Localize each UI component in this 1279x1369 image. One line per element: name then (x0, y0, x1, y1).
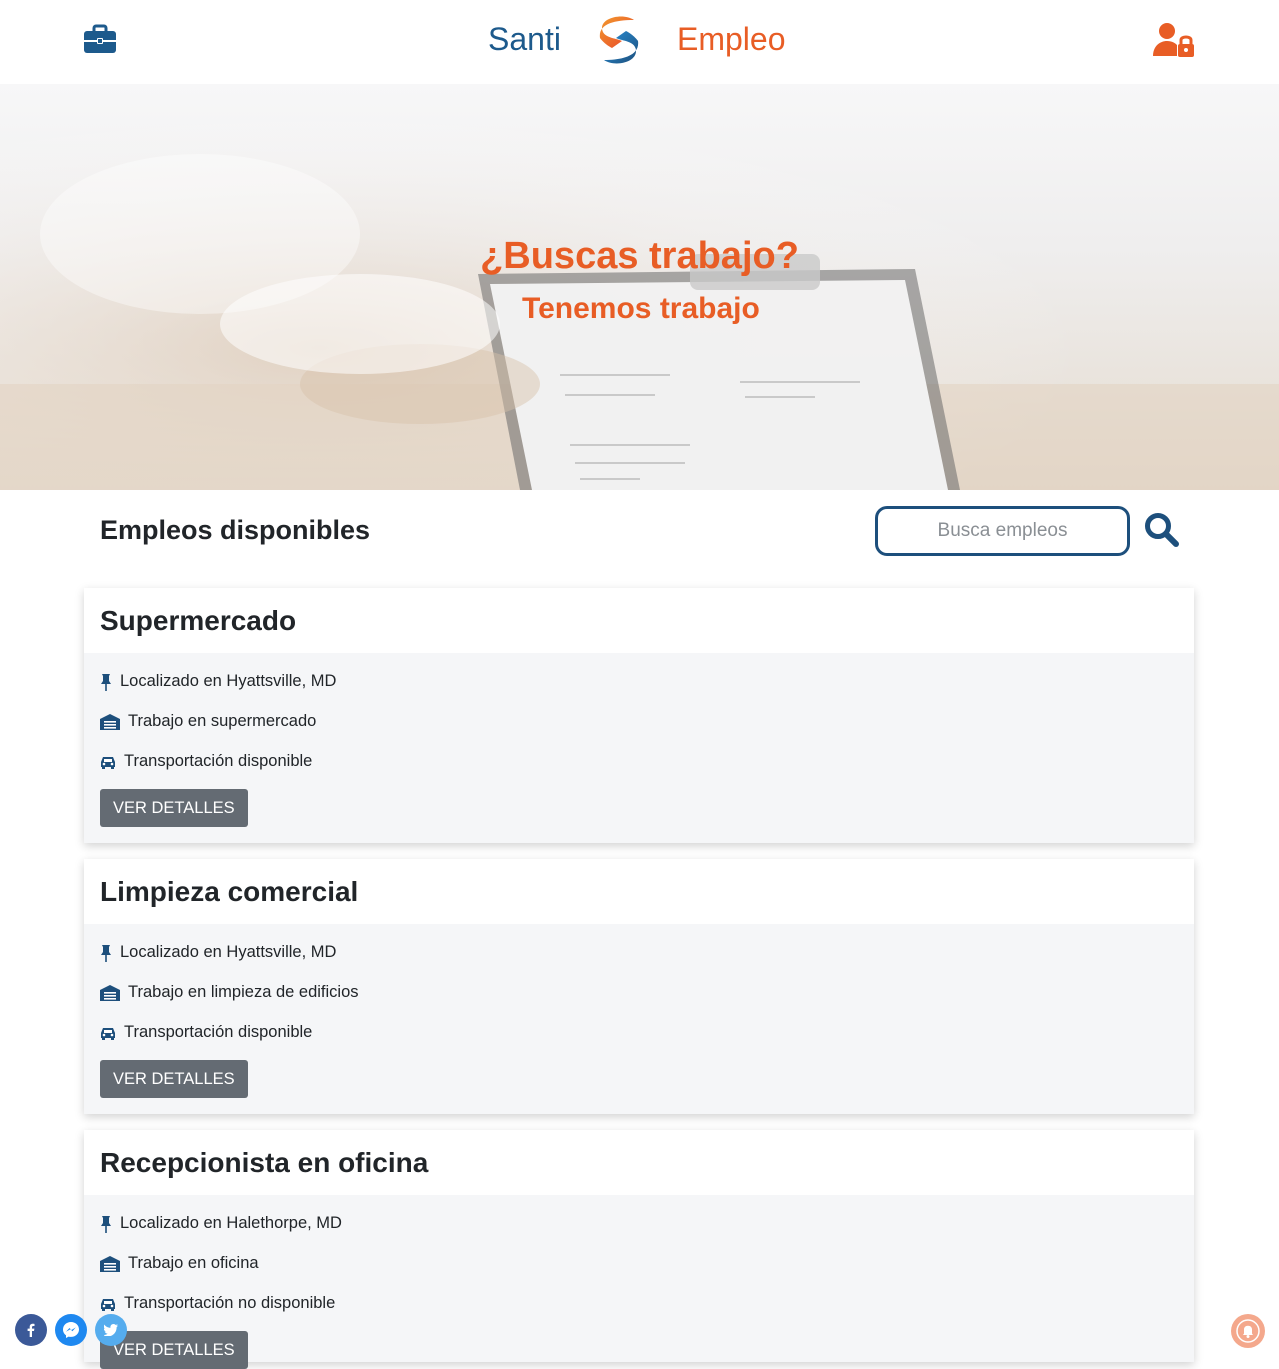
section-title: Empleos disponibles (100, 515, 371, 545)
job-card: Supermercado Localizado en Hyattsville, … (84, 588, 1194, 843)
job-type-text: Trabajo en oficina (128, 1254, 259, 1272)
facebook-icon[interactable] (15, 1314, 47, 1346)
job-location-text: Localizado en Hyattsville, MD (120, 943, 337, 961)
job-title[interactable]: Limpieza comercial (100, 859, 1194, 925)
hero-title: ¿Buscas trabajo? (480, 235, 799, 277)
search-icon[interactable] (1144, 512, 1180, 548)
job-type: Trabajo en limpieza de edificios (100, 983, 359, 1002)
site-header: Santi Empleo (0, 0, 1279, 84)
job-card-header: Supermercado (84, 588, 1194, 653)
job-location: Localizado en Halethorpe, MD (100, 1214, 342, 1233)
job-transport-text: Transportación disponible (124, 752, 313, 770)
job-card: Recepcionista en oficina Localizado en H… (84, 1130, 1194, 1369)
messenger-icon[interactable] (55, 1314, 87, 1346)
pin-icon (101, 1215, 111, 1233)
job-title[interactable]: Recepcionista en oficina (100, 1130, 1194, 1196)
twitter-icon[interactable] (95, 1314, 127, 1346)
car-icon (101, 756, 115, 769)
job-type: Trabajo en oficina (100, 1254, 259, 1273)
pin-icon (101, 944, 111, 962)
job-title[interactable]: Supermercado (100, 588, 1194, 654)
search-input[interactable] (875, 506, 1130, 556)
job-transport: Transportación disponible (100, 1023, 312, 1042)
brand-name-empleo[interactable]: Empleo (677, 21, 786, 58)
hero-banner: ¿Buscas trabajo? Tenemos trabajo (0, 84, 1279, 490)
car-icon (101, 1298, 115, 1311)
job-transport-text: Transportación no disponible (124, 1294, 336, 1312)
job-transport: Transportación no disponible (100, 1294, 335, 1313)
job-type-text: Trabajo en limpieza de edificios (128, 983, 359, 1001)
job-location-text: Localizado en Halethorpe, MD (120, 1214, 342, 1232)
hero-subtitle: Tenemos trabajo (522, 292, 760, 325)
job-card-header: Recepcionista en oficina (84, 1130, 1194, 1195)
user-lock-icon[interactable] (1152, 22, 1196, 58)
details-button[interactable]: VER DETALLES (100, 789, 248, 827)
job-type-text: Trabajo en supermercado (128, 712, 317, 730)
details-button[interactable]: VER DETALLES (100, 1060, 248, 1098)
warehouse-icon (100, 713, 120, 730)
job-card-header: Limpieza comercial (84, 859, 1194, 924)
job-transport: Transportación disponible (100, 752, 312, 771)
warehouse-icon (100, 1255, 120, 1272)
briefcase-icon[interactable] (83, 24, 117, 56)
brand-name-santi[interactable]: Santi (488, 21, 561, 58)
warehouse-icon (100, 984, 120, 1001)
job-type: Trabajo en supermercado (100, 712, 316, 731)
job-location: Localizado en Hyattsville, MD (100, 672, 336, 691)
hero-background-image (0, 84, 1279, 490)
job-location-text: Localizado en Hyattsville, MD (120, 672, 337, 690)
brand-logo[interactable] (594, 14, 644, 66)
job-transport-text: Transportación disponible (124, 1023, 313, 1041)
job-card: Limpieza comercial Localizado en Hyattsv… (84, 859, 1194, 1114)
car-icon (101, 1027, 115, 1040)
pin-icon (101, 673, 111, 691)
notification-bell-icon[interactable] (1231, 1314, 1265, 1348)
job-location: Localizado en Hyattsville, MD (100, 943, 336, 962)
